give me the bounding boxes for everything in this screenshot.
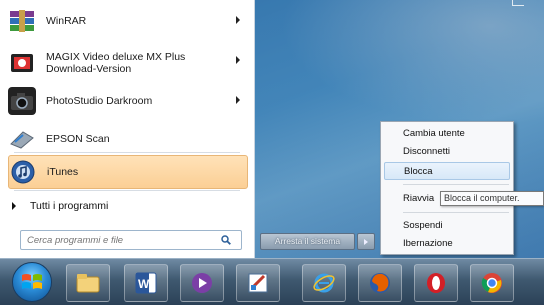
svg-text:W: W — [138, 277, 150, 291]
menu-divider — [403, 184, 509, 185]
divider — [14, 190, 240, 191]
program-winrar[interactable]: WinRAR — [8, 4, 248, 38]
program-photostudio[interactable]: PhotoStudio Darkroom — [8, 84, 248, 118]
taskbar-word[interactable]: W — [124, 264, 168, 302]
arrow-right-icon — [12, 202, 16, 210]
opera-icon — [427, 273, 445, 293]
program-epson-scan[interactable]: EPSON Scan — [8, 122, 248, 156]
winrar-icon — [8, 7, 36, 35]
menu-item-sleep[interactable]: Sospendi — [384, 217, 510, 235]
ie-icon — [313, 273, 335, 293]
start-menu-programs-pane: WinRAR MAGIX Video deluxe MX Plus Downlo… — [0, 0, 255, 258]
magix-icon — [8, 49, 36, 77]
taskbar-opera[interactable] — [414, 264, 458, 302]
lock-tooltip: Blocca il computer. — [440, 191, 544, 206]
program-label: EPSON Scan — [46, 133, 110, 145]
media-icon — [192, 273, 212, 293]
submenu-arrow-icon — [236, 16, 240, 24]
explorer-icon — [76, 274, 100, 293]
program-label-line2: Download-Version — [46, 63, 132, 75]
scanner-icon — [8, 125, 36, 153]
program-label: MAGIX Video deluxe MX Plus Download-Vers… — [46, 51, 185, 75]
shutdown-button[interactable]: Arresta il sistema — [260, 233, 355, 250]
program-label: iTunes — [47, 166, 79, 178]
paint-icon — [248, 273, 268, 293]
camera-icon — [8, 87, 36, 115]
taskbar-chrome[interactable] — [470, 264, 514, 302]
program-magix[interactable]: MAGIX Video deluxe MX Plus Download-Vers… — [8, 44, 248, 82]
search-box[interactable] — [20, 230, 242, 250]
taskbar-explorer[interactable] — [66, 264, 110, 302]
divider — [14, 152, 240, 153]
program-label: WinRAR — [46, 15, 87, 27]
itunes-icon — [9, 158, 37, 186]
program-label: PhotoStudio Darkroom — [46, 95, 153, 107]
program-itunes[interactable]: iTunes — [8, 155, 248, 189]
all-programs-label: Tutti i programmi — [30, 200, 109, 212]
menu-item-hibernate[interactable]: Ibernazione — [384, 235, 510, 253]
windows-logo-icon — [22, 274, 42, 289]
word-icon: W — [135, 272, 157, 294]
all-programs-button[interactable]: Tutti i programmi — [12, 196, 242, 216]
program-label-line1: MAGIX Video deluxe MX Plus — [46, 51, 186, 63]
submenu-arrow-icon — [236, 96, 240, 104]
menu-item-switch-user[interactable]: Cambia utente — [384, 125, 510, 143]
submenu-arrow-icon — [236, 56, 240, 64]
start-button[interactable] — [12, 262, 52, 302]
taskbar-internet-explorer[interactable] — [302, 264, 346, 302]
taskbar-firefox[interactable] — [358, 264, 402, 302]
chevron-right-icon — [364, 238, 368, 245]
search-input[interactable] — [27, 234, 207, 246]
search-icon[interactable] — [221, 235, 231, 245]
menu-item-lock[interactable]: Blocca — [384, 162, 510, 180]
menu-divider — [403, 212, 509, 213]
shutdown-options-button[interactable] — [357, 233, 375, 250]
taskbar-media[interactable] — [180, 264, 224, 302]
chrome-icon — [481, 273, 502, 293]
firefox-icon — [370, 273, 390, 293]
menu-item-log-off[interactable]: Disconnetti — [384, 143, 510, 161]
window-edge — [512, 0, 524, 6]
shutdown-context-menu: Cambia utente Disconnetti Blocca Riavvia… — [380, 121, 514, 255]
taskbar-paint[interactable] — [236, 264, 280, 302]
